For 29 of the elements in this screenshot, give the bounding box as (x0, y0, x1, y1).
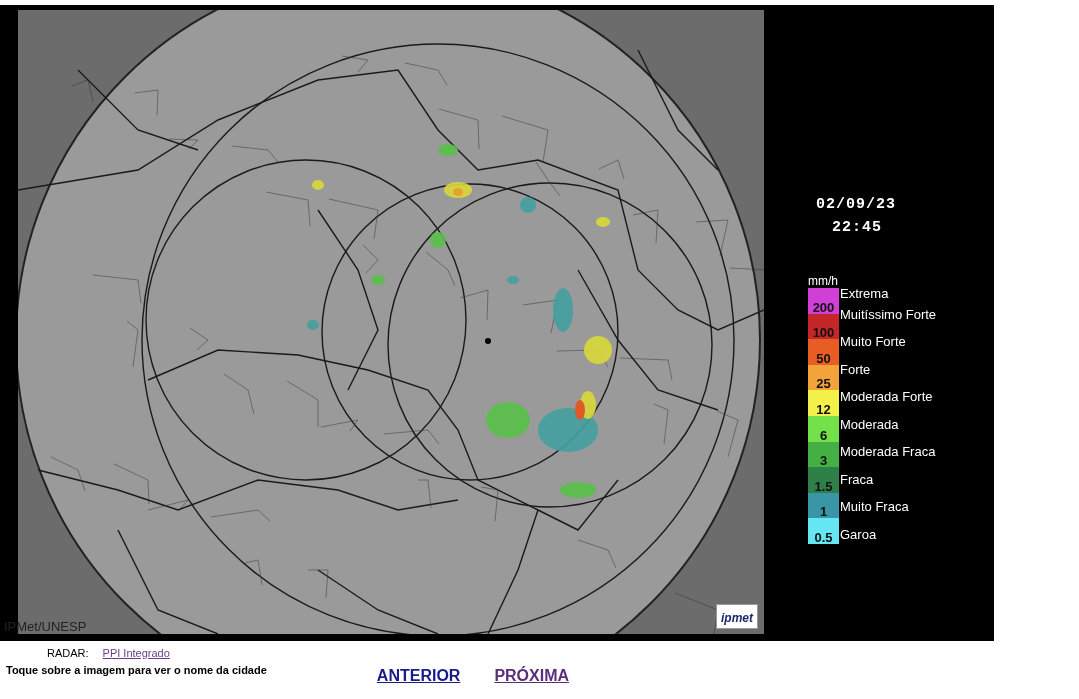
legend-category-label: Forte (840, 360, 872, 379)
legend-scale-value: 100 (808, 313, 839, 340)
legend-scale-value: 3 (808, 441, 839, 468)
legend-scale-value: 200 (808, 288, 839, 314)
legend-scale-value: 25 (808, 364, 839, 391)
legend-category-label: Muito Forte (840, 333, 907, 351)
legend-scale-value: 12 (808, 390, 839, 416)
legend-category-label: Garoa (840, 525, 878, 544)
legend-category-label: Moderada Forte (840, 388, 934, 406)
legend-category-label: Extrema (840, 285, 890, 303)
radar-date: 02/09/23 (816, 196, 896, 213)
legend-scale-value: 1 (808, 492, 839, 519)
ipmet-logo: ipmet (716, 604, 758, 629)
legend-category-label: Muitíssimo Forte (840, 305, 937, 324)
legend-category-label: Moderada (840, 415, 900, 434)
legend-scale-value: 1.5 (808, 467, 839, 493)
legend-scale-value: 6 (808, 415, 839, 442)
nav-link[interactable]: ANTERIOR (376, 667, 461, 685)
instruction-text: Toque sobre a imagem para ver o nome da cidade (6, 664, 267, 676)
legend-category-label: Moderada Fraca (840, 443, 937, 461)
legend-unit: mm/h (808, 274, 838, 288)
radar-time: 22:45 (832, 219, 882, 236)
legend-scale-value: 0.5 (808, 518, 839, 544)
legend-scale-value: 50 (808, 339, 839, 365)
radar-product-link[interactable]: PPI Integrado (102, 647, 170, 659)
legend-category-label: Muito Fraca (840, 498, 910, 516)
radar-label: RADAR: (47, 647, 89, 659)
nav-link[interactable]: PRÓXIMA (494, 667, 570, 685)
legend-category-label: Fraca (840, 470, 875, 489)
